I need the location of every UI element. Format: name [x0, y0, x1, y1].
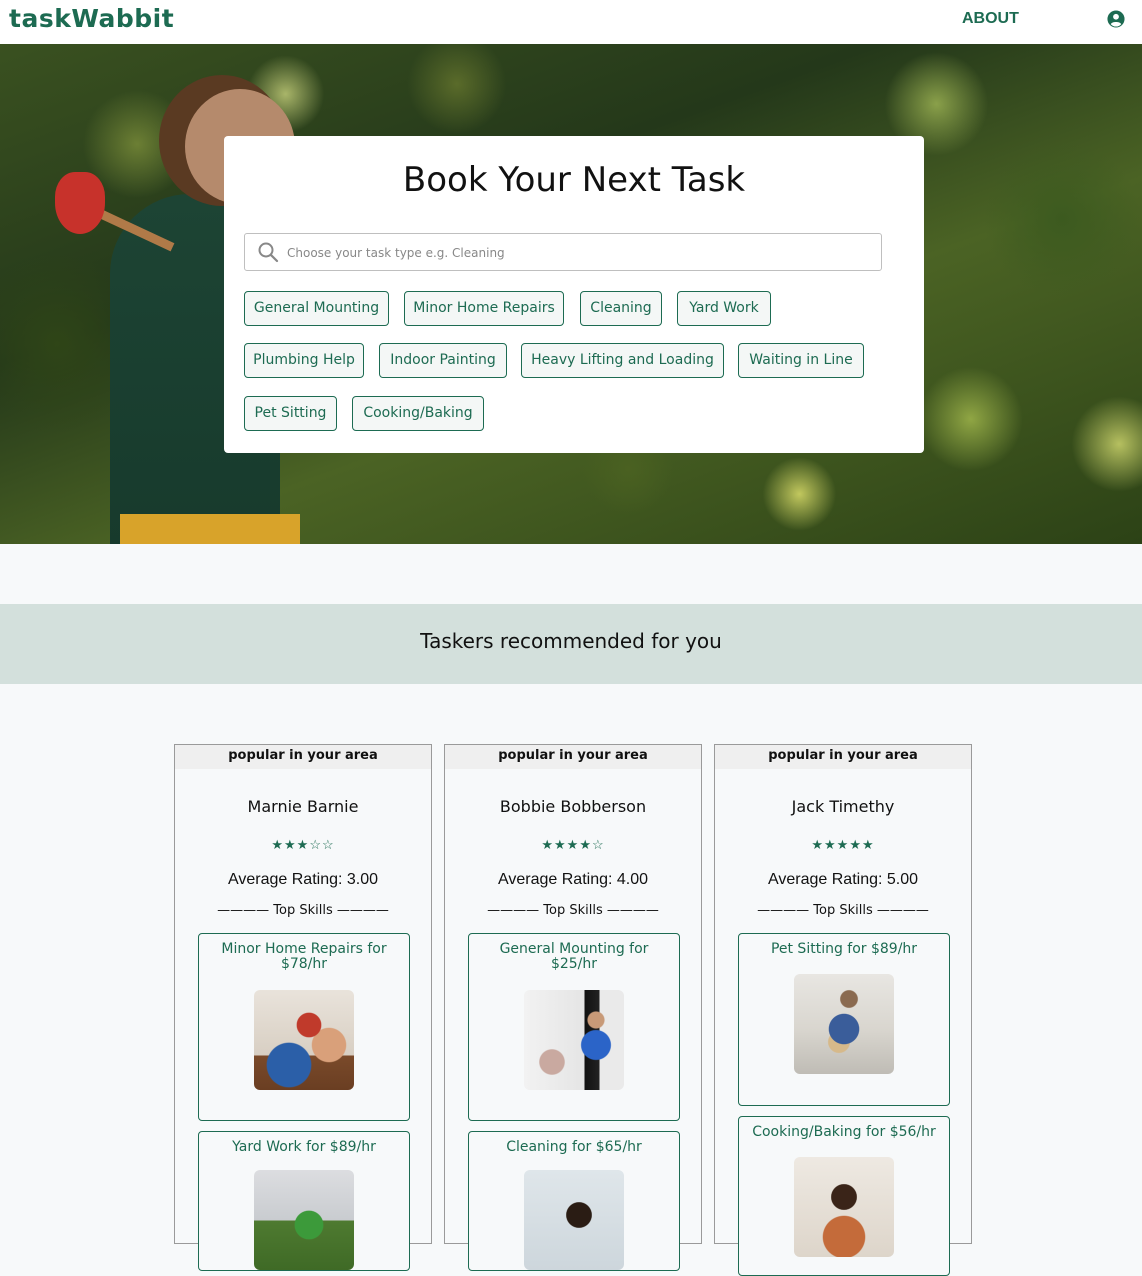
top-skills-heading: ———— Top Skills ————: [487, 903, 659, 918]
skill-card[interactable]: Yard Work for $89/hr: [198, 1131, 410, 1271]
category-chip-indoor-painting[interactable]: Indoor Painting: [379, 343, 507, 378]
category-chip-general-mounting[interactable]: General Mounting: [244, 291, 389, 326]
star-rating-icon: ★★★★★: [811, 837, 875, 852]
cleaning-photo: [524, 1170, 624, 1270]
category-chip-heavy-lifting[interactable]: Heavy Lifting and Loading: [521, 343, 724, 378]
skill-card[interactable]: General Mounting for $25/hr: [468, 933, 680, 1121]
top-skills-heading: ———— Top Skills ————: [217, 903, 389, 918]
top-nav-bar: taskWabbit ABOUT: [0, 0, 1142, 44]
tasker-name: Bobbie Bobberson: [499, 797, 647, 816]
yard-work-photo: [254, 1170, 354, 1270]
tasker-name: Jack Timethy: [791, 797, 895, 816]
star-rating-icon: ★★★☆☆: [271, 837, 335, 852]
task-search-box: [244, 233, 882, 272]
average-rating: Average Rating: 5.00: [767, 871, 919, 888]
skill-label: Yard Work for $89/hr: [232, 1139, 376, 1155]
book-task-card: Book Your Next Task General Mounting Min…: [224, 136, 924, 453]
skill-label: Cleaning for $65/hr: [506, 1139, 642, 1155]
recommended-banner: Taskers recommended for you: [0, 604, 1142, 684]
popular-badge: popular in your area: [715, 745, 971, 769]
about-link[interactable]: ABOUT: [962, 10, 1019, 28]
cooking-photo: [794, 1157, 894, 1257]
category-chip-pet-sitting[interactable]: Pet Sitting: [244, 396, 337, 431]
app-logo[interactable]: taskWabbit: [9, 4, 174, 33]
skill-card[interactable]: Cooking/Baking for $56/hr: [738, 1116, 950, 1276]
popular-badge: popular in your area: [445, 745, 701, 769]
tasker-card[interactable]: popular in your area Bobbie Bobberson ★★…: [444, 744, 702, 1271]
category-chip-waiting-in-line[interactable]: Waiting in Line: [738, 343, 864, 378]
tv-mounting-photo: [524, 990, 624, 1090]
category-chip-cleaning[interactable]: Cleaning: [580, 291, 662, 326]
tasker-card[interactable]: popular in your area Jack Timethy ★★★★★ …: [714, 744, 972, 1276]
book-task-title: Book Your Next Task: [402, 160, 746, 200]
drilling-photo: [254, 990, 354, 1090]
skill-label: Cooking/Baking for $56/hr: [752, 1124, 936, 1140]
skill-label: General Mounting for $25/hr: [499, 941, 649, 972]
recommended-title: Taskers recommended for you: [420, 629, 722, 653]
pet-sitting-photo: [794, 974, 894, 1074]
category-chip-yard-work[interactable]: Yard Work: [677, 291, 771, 326]
popular-badge: popular in your area: [175, 745, 431, 769]
search-icon: [258, 242, 279, 263]
plunger-icon: [55, 172, 105, 234]
toolbelt-figure: [120, 514, 300, 544]
skill-label: Pet Sitting for $89/hr: [770, 941, 918, 957]
category-chip-minor-home-repairs[interactable]: Minor Home Repairs: [404, 291, 564, 326]
tasker-card[interactable]: popular in your area Marnie Barnie ★★★☆☆…: [174, 744, 432, 1271]
task-search-input[interactable]: [285, 234, 869, 272]
average-rating: Average Rating: 3.00: [227, 871, 379, 888]
user-circle-icon[interactable]: [1107, 10, 1125, 28]
star-rating-icon: ★★★★☆: [541, 837, 605, 852]
average-rating: Average Rating: 4.00: [497, 871, 649, 888]
skill-card[interactable]: Minor Home Repairs for $78/hr: [198, 933, 410, 1121]
tasker-name: Marnie Barnie: [247, 797, 359, 816]
skill-label: Minor Home Repairs for $78/hr: [221, 941, 387, 972]
category-chip-cooking-baking[interactable]: Cooking/Baking: [352, 396, 484, 431]
skill-card[interactable]: Pet Sitting for $89/hr: [738, 933, 950, 1106]
skill-card[interactable]: Cleaning for $65/hr: [468, 1131, 680, 1271]
top-skills-heading: ———— Top Skills ————: [757, 903, 929, 918]
category-chip-plumbing-help[interactable]: Plumbing Help: [244, 343, 364, 378]
